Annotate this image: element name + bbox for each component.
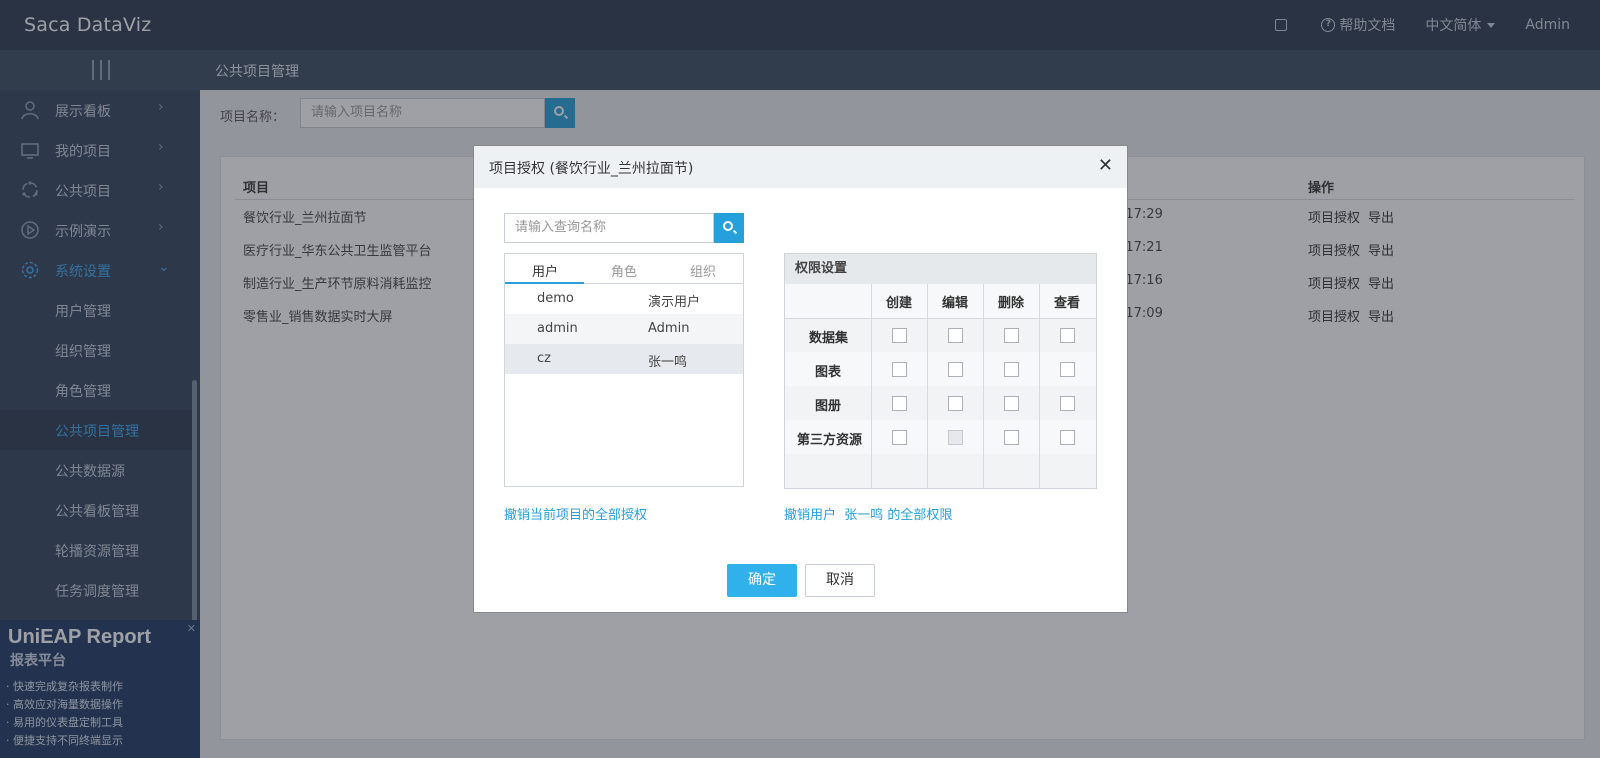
perm-checkbox[interactable] xyxy=(1060,328,1075,343)
tab-roles[interactable]: 角色 xyxy=(611,261,637,280)
user-name: 演示用户 xyxy=(648,295,701,310)
revoke-project-auth-link[interactable]: 撤销当前项目的全部授权 xyxy=(504,504,647,523)
column-divider xyxy=(927,284,928,488)
perm-col-view: 查看 xyxy=(1054,296,1081,311)
permission-header-row xyxy=(785,284,1096,318)
perm-checkbox[interactable] xyxy=(948,328,963,343)
column-divider xyxy=(871,284,872,488)
member-search-input[interactable]: 请输入查询名称 xyxy=(504,213,714,243)
perm-row-label: 图册 xyxy=(815,399,842,414)
dialog-title: 项目授权 (餐饮行业_兰州拉面节) xyxy=(489,161,694,177)
perm-col-delete: 删除 xyxy=(998,296,1025,311)
perm-checkbox-disabled xyxy=(948,430,963,445)
confirm-button[interactable]: 确定 xyxy=(727,564,797,597)
user-id: demo xyxy=(537,291,574,306)
member-tabs: 用户 角色 组织 xyxy=(505,254,743,284)
perm-row-label: 图表 xyxy=(815,365,842,380)
permission-settings-table: 权限设置 创建 编辑 删除 查看 数据集 图表 图册 第三方资源 xyxy=(784,253,1097,489)
search-icon xyxy=(723,221,733,231)
perm-checkbox[interactable] xyxy=(892,396,907,411)
close-icon[interactable]: ✕ xyxy=(1098,155,1113,176)
revoke-user-perms-link[interactable]: 撤销用户 张一鸣 的全部权限 xyxy=(784,504,952,523)
perm-checkbox[interactable] xyxy=(892,362,907,377)
user-name: Admin xyxy=(648,321,690,336)
perm-checkbox[interactable] xyxy=(1060,362,1075,377)
project-authorization-dialog: 项目授权 (餐饮行业_兰州拉面节) ✕ 请输入查询名称 用户 角色 组织 dem… xyxy=(473,145,1128,613)
cancel-button[interactable]: 取消 xyxy=(805,564,875,597)
list-item[interactable]: admin Admin xyxy=(505,314,743,344)
member-search-button[interactable] xyxy=(714,213,744,243)
perm-checkbox[interactable] xyxy=(1004,430,1019,445)
column-divider xyxy=(983,284,984,488)
perm-row-label: 数据集 xyxy=(809,331,849,346)
perm-checkbox[interactable] xyxy=(892,430,907,445)
perm-col-create: 创建 xyxy=(886,296,913,311)
permission-row-bg xyxy=(785,454,1096,488)
perm-checkbox[interactable] xyxy=(948,396,963,411)
perm-checkbox[interactable] xyxy=(892,328,907,343)
column-divider xyxy=(1039,284,1040,488)
tab-orgs[interactable]: 组织 xyxy=(690,261,716,280)
perm-checkbox[interactable] xyxy=(948,362,963,377)
perm-row-label: 第三方资源 xyxy=(797,433,863,448)
user-id: admin xyxy=(537,321,578,336)
perm-checkbox[interactable] xyxy=(1004,328,1019,343)
dialog-header: 项目授权 (餐饮行业_兰州拉面节) ✕ xyxy=(474,146,1127,188)
tab-users[interactable]: 用户 xyxy=(532,261,558,280)
perm-checkbox[interactable] xyxy=(1004,396,1019,411)
perm-checkbox[interactable] xyxy=(1004,362,1019,377)
user-id: cz xyxy=(537,351,551,366)
list-item-selected[interactable]: cz 张一鸣 xyxy=(505,344,743,374)
row-divider xyxy=(785,318,1096,319)
perm-checkbox[interactable] xyxy=(1060,396,1075,411)
perm-col-edit: 编辑 xyxy=(942,296,969,311)
member-list-box: 用户 角色 组织 demo 演示用户 admin Admin cz 张一鸣 xyxy=(504,253,744,487)
permission-title: 权限设置 xyxy=(785,254,1096,284)
user-name: 张一鸣 xyxy=(648,355,688,370)
list-item[interactable]: demo 演示用户 xyxy=(505,284,743,314)
perm-checkbox[interactable] xyxy=(1060,430,1075,445)
